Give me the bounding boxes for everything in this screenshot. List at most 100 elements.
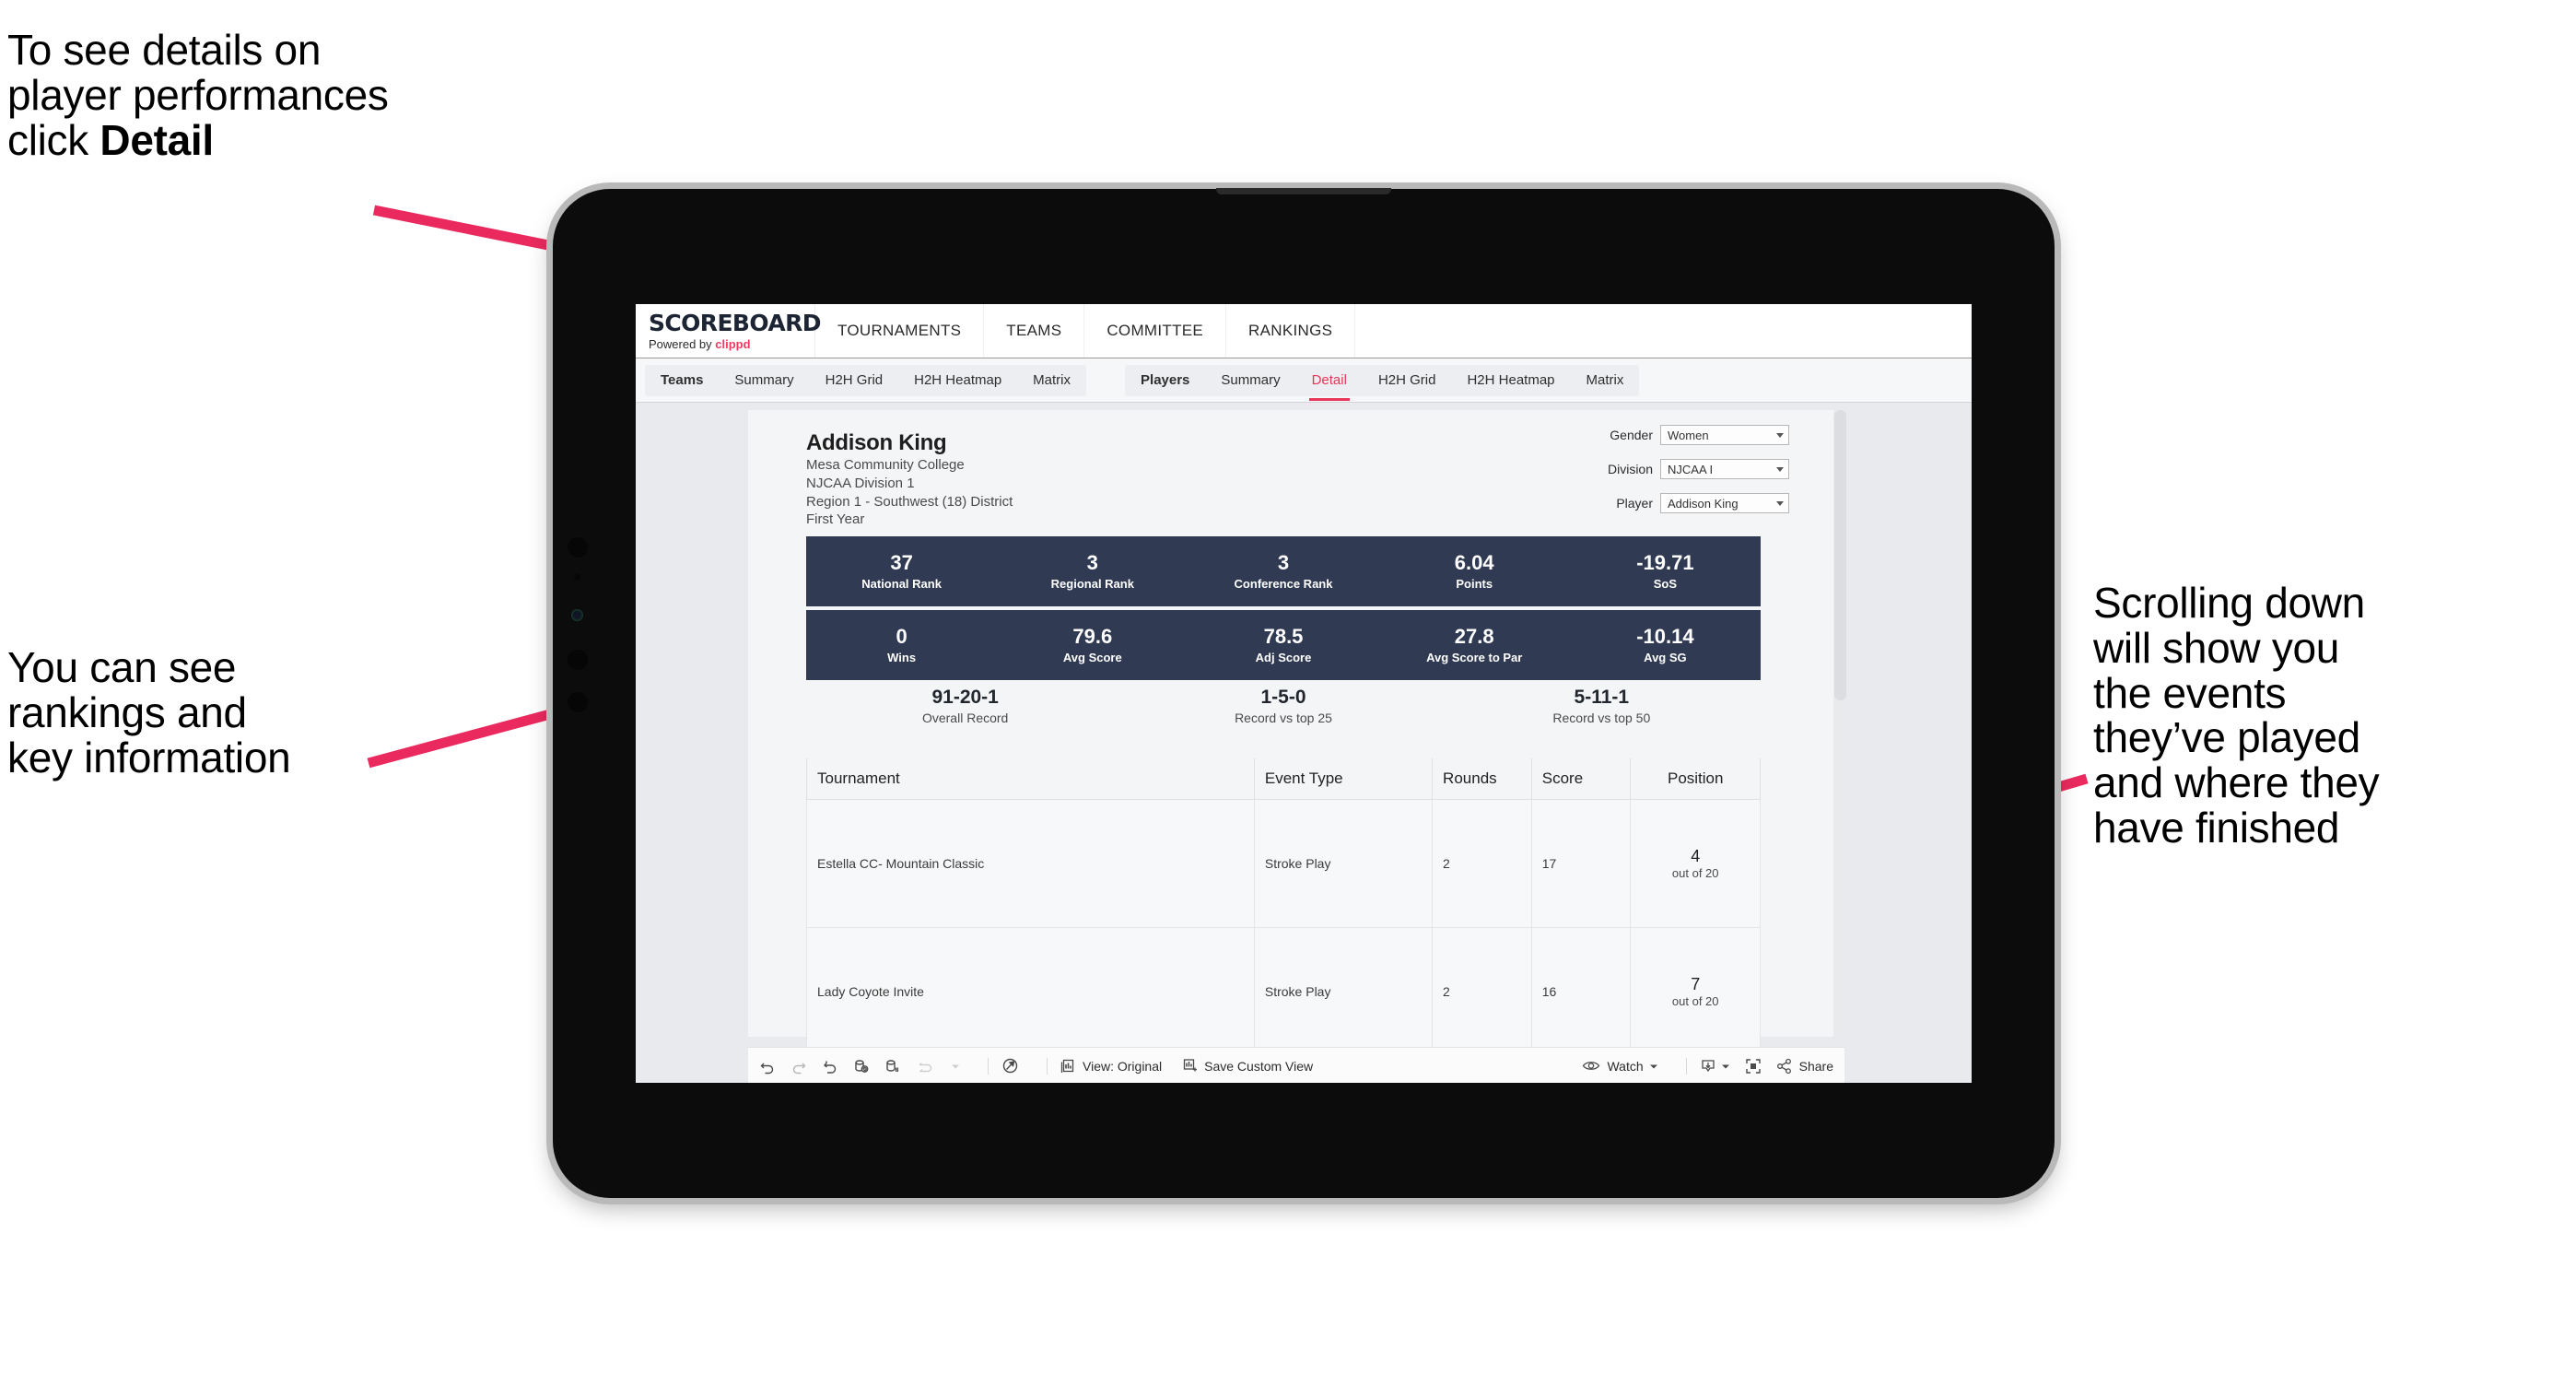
- toolbar-divider: [988, 1057, 989, 1075]
- teams-tab-group: Teams Summary H2H Grid H2H Heatmap Matri…: [645, 364, 1087, 396]
- cell-score: 17: [1530, 799, 1632, 928]
- cell-score: 16: [1530, 927, 1632, 1056]
- player-region: Region 1 - Southwest (18) District: [806, 493, 1013, 510]
- annotation-scrolling: Scrolling down will show you the events …: [2093, 579, 2380, 852]
- column-header-score[interactable]: Score: [1530, 758, 1632, 800]
- column-header-rounds[interactable]: Rounds: [1432, 758, 1532, 800]
- stat-conference-rank: 3 Conference Rank: [1188, 552, 1378, 591]
- download-button[interactable]: [1700, 1058, 1730, 1075]
- cell-tournament: Estella CC- Mountain Classic: [806, 799, 1255, 928]
- tab-players-h2h-grid[interactable]: H2H Grid: [1363, 365, 1452, 396]
- tab-players-matrix[interactable]: Matrix: [1571, 365, 1640, 396]
- stat-value: 6.04: [1454, 550, 1494, 574]
- toolbar-divider: [1047, 1057, 1048, 1075]
- clippd-label: clippd: [715, 336, 751, 351]
- position-field-size: out of 20: [1671, 993, 1719, 1008]
- view-original-button[interactable]: View: Original: [1060, 1058, 1162, 1074]
- stats-row-rankings: 37 National Rank 3 Regional Rank 3 Confe…: [806, 536, 1761, 606]
- filter-gender: Gender Women: [1591, 425, 1789, 445]
- stat-label: Points: [1456, 577, 1493, 592]
- nav-item-teams[interactable]: TEAMS: [984, 304, 1085, 358]
- tab-teams[interactable]: Teams: [645, 365, 719, 396]
- show-me-button[interactable]: [1001, 1057, 1019, 1075]
- refresh-button[interactable]: [853, 1058, 870, 1075]
- filter-division-select[interactable]: NJCAA I: [1660, 459, 1789, 479]
- filter-gender-label: Gender: [1610, 428, 1653, 442]
- tablet-device: SCOREBOARD Powered by clippd TOURNAMENTS…: [553, 188, 2055, 1198]
- stat-value: 37: [890, 550, 913, 574]
- redo-button[interactable]: [790, 1058, 807, 1075]
- vertical-scrollbar[interactable]: [1833, 410, 1846, 1037]
- column-header-event-type[interactable]: Event Type: [1253, 758, 1434, 800]
- share-button[interactable]: Share: [1776, 1058, 1833, 1075]
- pause-updates-dropdown-icon[interactable]: [951, 1062, 960, 1071]
- stat-label: Regional Rank: [1050, 577, 1134, 592]
- tab-players-summary[interactable]: Summary: [1205, 365, 1295, 396]
- pause-updates-button[interactable]: [916, 1058, 936, 1075]
- vertical-scrollbar-thumb[interactable]: [1834, 410, 1846, 700]
- powered-by-label: Powered by: [649, 336, 716, 351]
- fullscreen-button[interactable]: [1745, 1058, 1762, 1075]
- position-value: 7: [1691, 975, 1701, 994]
- cell-rounds: 2: [1432, 927, 1532, 1056]
- undo-button[interactable]: [759, 1058, 776, 1075]
- filter-division-value: NJCAA I: [1668, 462, 1714, 476]
- stat-avg-sg: -10.14 Avg SG: [1570, 626, 1761, 664]
- stat-value: 78.5: [1263, 624, 1304, 648]
- table-row[interactable]: Lady Coyote Invite Stroke Play 2 16 7 ou…: [806, 927, 1761, 1056]
- stat-value: -19.71: [1636, 550, 1694, 574]
- tab-players-detail[interactable]: Detail: [1296, 365, 1363, 401]
- filter-panel: Gender Women Division NJCAA I Player Add…: [1591, 425, 1789, 527]
- cell-tournament: Lady Coyote Invite: [806, 927, 1255, 1056]
- pause-refresh-button[interactable]: [884, 1058, 901, 1075]
- brand-subtitle: Powered by clippd: [649, 337, 814, 351]
- nav-item-rankings[interactable]: RANKINGS: [1226, 304, 1356, 358]
- cell-rounds: 2: [1432, 799, 1532, 928]
- table-row[interactable]: Estella CC- Mountain Classic Stroke Play…: [806, 799, 1761, 928]
- brand-title: SCOREBOARD: [649, 309, 822, 336]
- filter-player-select[interactable]: Addison King: [1660, 493, 1789, 513]
- dashboard-toolbar: View: Original Save Custom View Watch Sh…: [748, 1047, 1844, 1083]
- records-row: 91-20-1 Overall Record 1-5-0 Record vs t…: [806, 687, 1761, 725]
- stat-adj-score: 78.5 Adj Score: [1188, 626, 1378, 664]
- app-viewport: SCOREBOARD Powered by clippd TOURNAMENTS…: [636, 304, 1972, 1083]
- tab-players[interactable]: Players: [1125, 365, 1205, 396]
- view-original-label: View: Original: [1083, 1058, 1163, 1074]
- save-custom-view-button[interactable]: Save Custom View: [1182, 1058, 1313, 1074]
- tab-teams-summary[interactable]: Summary: [719, 365, 809, 396]
- position-field-size: out of 20: [1671, 865, 1719, 880]
- stat-value: 27.8: [1454, 624, 1494, 648]
- top-navigation: TOURNAMENTS TEAMS COMMITTEE RANKINGS: [815, 304, 1356, 358]
- app-header: SCOREBOARD Powered by clippd TOURNAMENTS…: [636, 304, 1972, 358]
- brand-logo[interactable]: SCOREBOARD Powered by clippd: [636, 304, 822, 358]
- stat-avg-score-to-par: 27.8 Avg Score to Par: [1379, 626, 1570, 664]
- dashboard-sheet: Addison King Mesa Community College NJCA…: [748, 410, 1846, 1056]
- stat-regional-rank: 3 Regional Rank: [997, 552, 1188, 591]
- filter-player-label: Player: [1616, 496, 1653, 511]
- column-header-tournament[interactable]: Tournament: [806, 758, 1255, 800]
- filter-gender-select[interactable]: Women: [1660, 425, 1789, 445]
- filter-division: Division NJCAA I: [1591, 459, 1789, 479]
- camera-lens-icon: [568, 537, 588, 558]
- revert-button[interactable]: [822, 1058, 838, 1075]
- record-label: Overall Record: [921, 711, 1009, 726]
- tab-players-h2h-heatmap[interactable]: H2H Heatmap: [1451, 365, 1570, 396]
- stat-value: 0: [896, 624, 907, 648]
- camera-sensor-icon: [574, 574, 580, 581]
- tab-teams-matrix[interactable]: Matrix: [1017, 365, 1086, 396]
- tab-teams-h2h-heatmap[interactable]: H2H Heatmap: [898, 365, 1017, 396]
- record-label: Record vs top 25: [1235, 711, 1332, 726]
- stat-value: -10.14: [1636, 624, 1694, 648]
- dashboard-canvas: Addison King Mesa Community College NJCA…: [636, 403, 1972, 1083]
- stat-value: 3: [1086, 550, 1098, 574]
- events-table: Tournament Event Type Rounds Score Posit…: [806, 758, 1761, 1056]
- stats-row-scoring: 0 Wins 79.6 Avg Score 78.5 Adj Score 27.…: [806, 610, 1761, 680]
- watch-button[interactable]: Watch: [1582, 1059, 1657, 1074]
- tab-teams-h2h-grid[interactable]: H2H Grid: [810, 365, 899, 396]
- filter-division-label: Division: [1607, 462, 1653, 476]
- column-header-position[interactable]: Position: [1630, 758, 1761, 800]
- camera-indicator-icon: [571, 609, 583, 621]
- stat-value: 3: [1277, 550, 1290, 574]
- nav-item-tournaments[interactable]: TOURNAMENTS: [815, 304, 985, 358]
- nav-item-committee[interactable]: COMMITTEE: [1084, 304, 1227, 358]
